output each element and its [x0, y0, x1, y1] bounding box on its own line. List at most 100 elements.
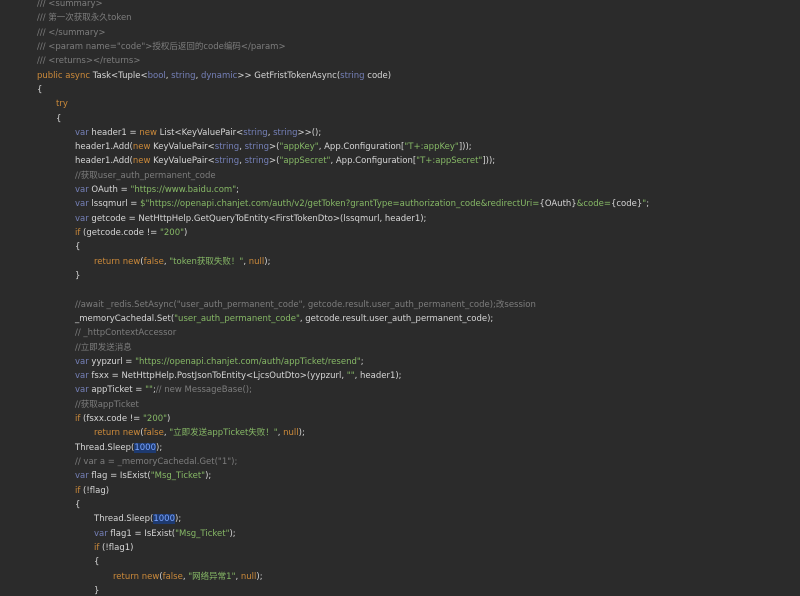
code-line[interactable]: _memoryCachedal.Set("user_auth_permanent… [37, 312, 800, 326]
code-line[interactable]: //获取user_auth_permanent_code [37, 169, 800, 183]
code-line[interactable]: try [37, 97, 800, 111]
comment-token: // _httpContextAccessor [75, 328, 177, 339]
code-editor[interactable]: /// <summary> /// 第一次获取永久token /// </summa… [0, 0, 800, 596]
code-line[interactable]: public async Task<Tuple<bool, string, dy… [37, 69, 800, 83]
keyword-token: return [113, 571, 139, 582]
code-token: , App.Configuration[ [330, 156, 417, 167]
code-line[interactable]: var lssqmurl = $"https://openapi.chanjet… [37, 197, 800, 211]
keyword-token: new [122, 428, 141, 439]
comment-token: // var a = _memoryCachedal.Get("1"); [75, 457, 238, 467]
code-line[interactable]: { [37, 555, 800, 569]
code-token: >>(); [297, 127, 322, 138]
code-line[interactable]: // _httpContextAccessor [37, 326, 800, 340]
code-token: appTicket = [88, 385, 146, 396]
code-line[interactable]: return new(false, "网络异常1", null); [37, 570, 800, 584]
code-line[interactable]: var flag = IsExist("Msg_Ticket"); [37, 469, 800, 483]
string-literal-token: "https://www.baidu.com" [130, 185, 237, 196]
code-token: ); [264, 256, 271, 267]
code-token: ])); [458, 142, 472, 153]
code-token: , header1); [354, 371, 402, 382]
code-line[interactable]: if (getcode.code != "200") [37, 226, 800, 240]
type-token: string [244, 142, 270, 153]
code-token: {OAuth} [539, 199, 577, 210]
code-line[interactable]: //获取appTicket [37, 398, 800, 412]
code-token: >( [269, 156, 280, 167]
code-token: KeyValuePair< [150, 156, 215, 167]
code-line[interactable]: // var a = _memoryCachedal.Get("1"); [37, 455, 800, 469]
code-line[interactable]: } [37, 269, 800, 283]
code-token: (getcode.code != [80, 228, 160, 238]
code-line[interactable]: /// <param name="code">授权后返回的code编码</par… [37, 40, 800, 54]
code-token: } [94, 585, 100, 596]
code-line[interactable]: var appTicket = "";// new MessageBase(); [37, 383, 800, 397]
string-literal-token: "Msg_Ticket" [150, 471, 206, 482]
code-token: fsxx = NetHttpHelp.PostJsonToEntity<Ljcs… [88, 371, 347, 382]
string-literal-token: "200" [159, 228, 185, 238]
code-token: ) [184, 228, 188, 238]
keyword-token: new [141, 571, 160, 582]
code-line[interactable]: var header1 = new List<KeyValuePair<stri… [37, 126, 800, 140]
code-token: ; [360, 356, 364, 367]
code-line[interactable]: header1.Add(new KeyValuePair<string, str… [37, 154, 800, 168]
type-token: var [75, 385, 89, 396]
code-token: >( [269, 142, 280, 153]
code-line[interactable]: { [37, 240, 800, 254]
code-line[interactable]: var fsxx = NetHttpHelp.PostJsonToEntity<… [37, 369, 800, 383]
type-token: string [214, 142, 240, 153]
keyword-token: return [94, 256, 120, 267]
code-line[interactable]: //await _redis.SetAsync("user_auth_perma… [37, 298, 800, 312]
code-token: KeyValuePair< [150, 142, 215, 153]
code-line[interactable]: if (!flag) [37, 484, 800, 498]
code-line[interactable]: { [37, 498, 800, 512]
keyword-token: false [143, 256, 164, 267]
code-token: (!flag) [80, 485, 110, 496]
code-line[interactable] [37, 283, 800, 297]
code-token: { [37, 84, 43, 95]
type-token: string [273, 127, 298, 138]
code-token: yypzurl = [88, 356, 136, 367]
string-literal-token: "" [145, 385, 153, 396]
code-line[interactable]: if (fsxx.code != "200") [37, 412, 800, 426]
keyword-token: try [56, 99, 68, 110]
code-line[interactable]: /// </summary> [37, 26, 800, 40]
code-line[interactable]: return new(false, "立即发送appTicket失败！", nu… [37, 426, 800, 440]
number-literal-token: 1000 [134, 442, 156, 453]
code-line[interactable]: var OAuth = "https://www.baidu.com"; [37, 183, 800, 197]
code-text-area[interactable]: /// <summary> /// 第一次获取永久token /// </summa… [37, 0, 800, 596]
string-literal-token: &code= [576, 199, 611, 210]
code-token: List<KeyValuePair< [156, 127, 244, 138]
code-line[interactable]: { [37, 83, 800, 97]
code-token: ); [156, 442, 163, 453]
keyword-token: new [132, 156, 151, 167]
code-line[interactable]: Thread.Sleep(1000); [37, 441, 800, 455]
code-line[interactable]: var getcode = NetHttpHelp.GetQueryToEnti… [37, 212, 800, 226]
code-line[interactable]: /// 第一次获取永久token [37, 11, 800, 25]
code-line[interactable]: } [37, 584, 800, 596]
string-literal-token: "网络异常1" [188, 571, 236, 582]
code-token: ])); [482, 156, 496, 167]
code-token: ; [646, 199, 650, 210]
code-line[interactable]: if (!flag1) [37, 541, 800, 555]
code-line[interactable]: /// <summary> [37, 0, 800, 11]
code-line[interactable]: Thread.Sleep(1000); [37, 512, 800, 526]
code-line[interactable]: /// <returns></returns> [37, 54, 800, 68]
code-line[interactable]: return new(false, "token获取失败！", null); [37, 255, 800, 269]
code-line[interactable]: header1.Add(new KeyValuePair<string, str… [37, 140, 800, 154]
keyword-token: new [122, 256, 141, 267]
comment-token: //获取appTicket [75, 399, 139, 410]
keyword-token: new [139, 127, 157, 138]
code-token: {code} [610, 199, 643, 210]
code-line[interactable]: var yypzurl = "https://openapi.chanjet.c… [37, 355, 800, 369]
code-line[interactable]: var flag1 = IsExist("Msg_Ticket"); [37, 527, 800, 541]
code-token: Thread.Sleep( [75, 442, 135, 453]
comment-token: /// <summary> [37, 0, 103, 9]
code-line[interactable]: //立即发送消息 [37, 341, 800, 355]
code-token: Task<Tuple< [90, 70, 148, 81]
string-literal-token: "https://openapi.chanjet.com/auth/appTic… [135, 356, 361, 367]
type-token: var [94, 528, 108, 539]
string-literal-token: "立即发送appTicket失败！" [169, 428, 278, 439]
type-token: var [75, 185, 89, 196]
code-line[interactable]: { [37, 112, 800, 126]
comment-token: /// <returns></returns> [37, 56, 141, 67]
code-token: flag1 = IsExist( [107, 528, 176, 539]
